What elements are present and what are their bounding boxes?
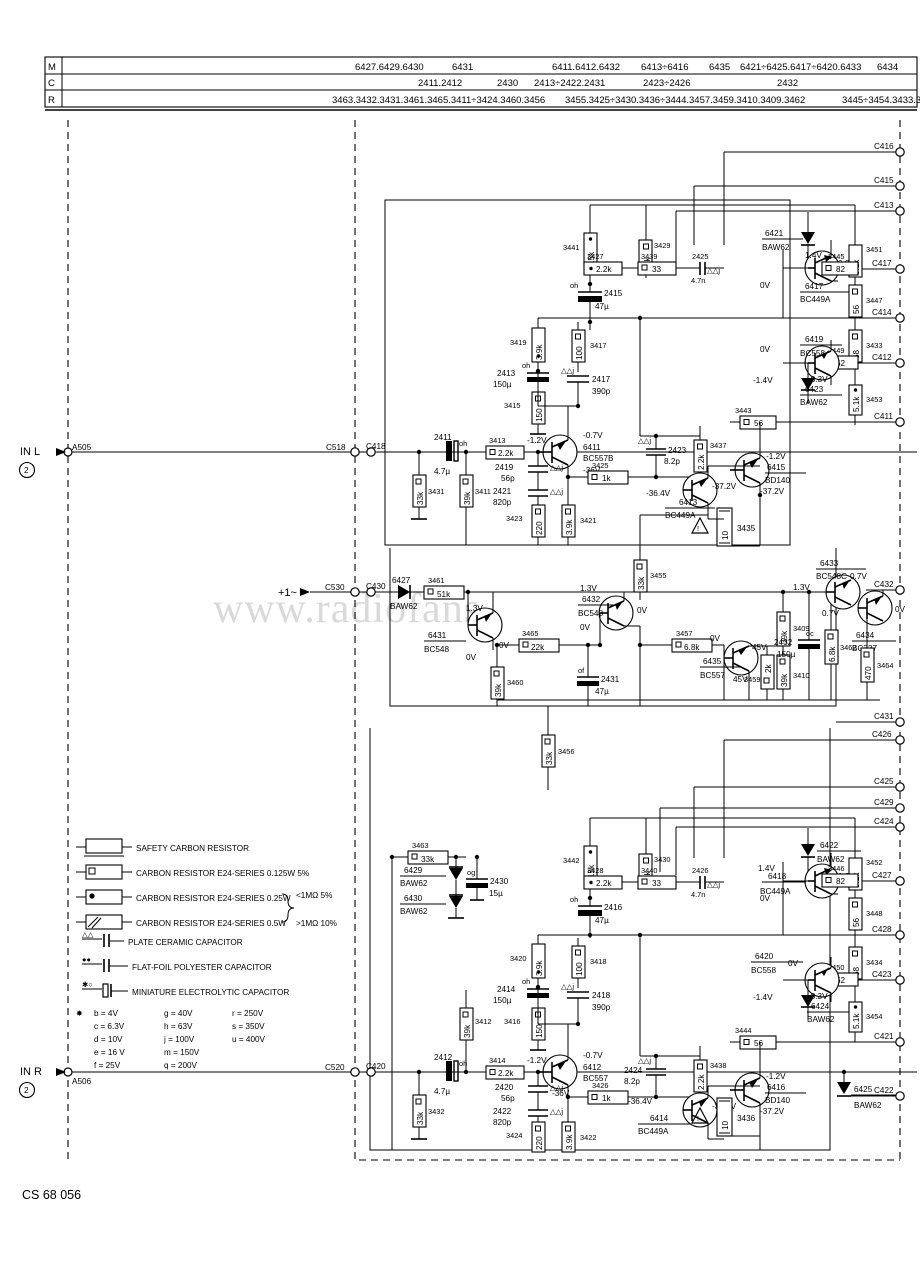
vcode-0-1: g = 40V xyxy=(164,1009,193,1018)
legend-label-3: CARBON RESISTOR E24-SERIES 0.5W xyxy=(136,919,286,928)
vcode-3-1: m = 150V xyxy=(164,1048,200,1057)
legend-resistor-square: CARBON RESISTOR E24-SERIES 0.125W 5% xyxy=(76,864,309,880)
legend-label-6: MINIATURE ELECTROLYTIC CAPACITOR xyxy=(132,988,289,997)
legend-label-4: PLATE CERAMIC CAPACITOR xyxy=(128,938,243,947)
vcode-0-2: r = 250V xyxy=(232,1009,264,1018)
vcode-2-2: u = 400V xyxy=(232,1035,266,1044)
legend-electrolytic-cap: ✱○ MINIATURE ELECTROLYTIC CAPACITOR xyxy=(82,980,289,998)
legend-layer: SAFETY CARBON RESISTOR CARBON RESISTOR E… xyxy=(22,838,337,1202)
legend-label-5: FLAT-FOIL POLYESTER CAPACITOR xyxy=(132,963,272,972)
schematic-sheet: www.radiofans M C R 6427.6429.6430 6431 … xyxy=(0,0,920,1265)
flat-foil-icon: ●● xyxy=(82,955,91,964)
legend-label-2: CARBON RESISTOR E24-SERIES 0.25W xyxy=(136,894,291,903)
vcode-3-0: e = 16 V xyxy=(94,1048,125,1057)
vcode-2-1: j = 100V xyxy=(163,1035,195,1044)
legend-voltage-codes: ✸ b = 4V c = 6.3V d = 10V e = 16 V f = 2… xyxy=(76,1009,266,1070)
vcode-1-2: s = 350V xyxy=(232,1022,265,1031)
legend-resistor-hatch: CARBON RESISTOR E24-SERIES 0.5W xyxy=(76,914,286,930)
legend-tolerance-1: >1MΩ 10% xyxy=(296,919,337,928)
vcode-0-0: b = 4V xyxy=(94,1009,118,1018)
drawing-number: CS 68 056 xyxy=(22,1188,81,1202)
legend-resistor-dot: CARBON RESISTOR E24-SERIES 0.25W xyxy=(76,889,291,905)
voltage-code-marker: ✸ xyxy=(76,1009,83,1018)
vcode-4-1: q = 200V xyxy=(164,1061,198,1070)
legend-label-1: CARBON RESISTOR E24-SERIES 0.125W 5% xyxy=(136,869,309,878)
legend-label-0: SAFETY CARBON RESISTOR xyxy=(136,844,249,853)
vcode-1-0: c = 6.3V xyxy=(94,1022,125,1031)
vcode-1-1: h = 63V xyxy=(164,1022,193,1031)
legend-tolerance-0: <1MΩ 5% xyxy=(296,891,332,900)
legend-plate-ceramic-cap: △△ PLATE CERAMIC CAPACITOR xyxy=(82,930,243,947)
legend-safety-resistor: SAFETY CARBON RESISTOR xyxy=(76,838,249,857)
vcode-4-0: f = 25V xyxy=(94,1061,121,1070)
vcode-2-0: d = 10V xyxy=(94,1035,123,1044)
plate-ceramic-icon: △△ xyxy=(82,930,94,939)
electrolytic-icon: ✱○ xyxy=(82,980,93,989)
legend-flat-foil-cap: ●● FLAT-FOIL POLYESTER CAPACITOR xyxy=(82,955,272,972)
